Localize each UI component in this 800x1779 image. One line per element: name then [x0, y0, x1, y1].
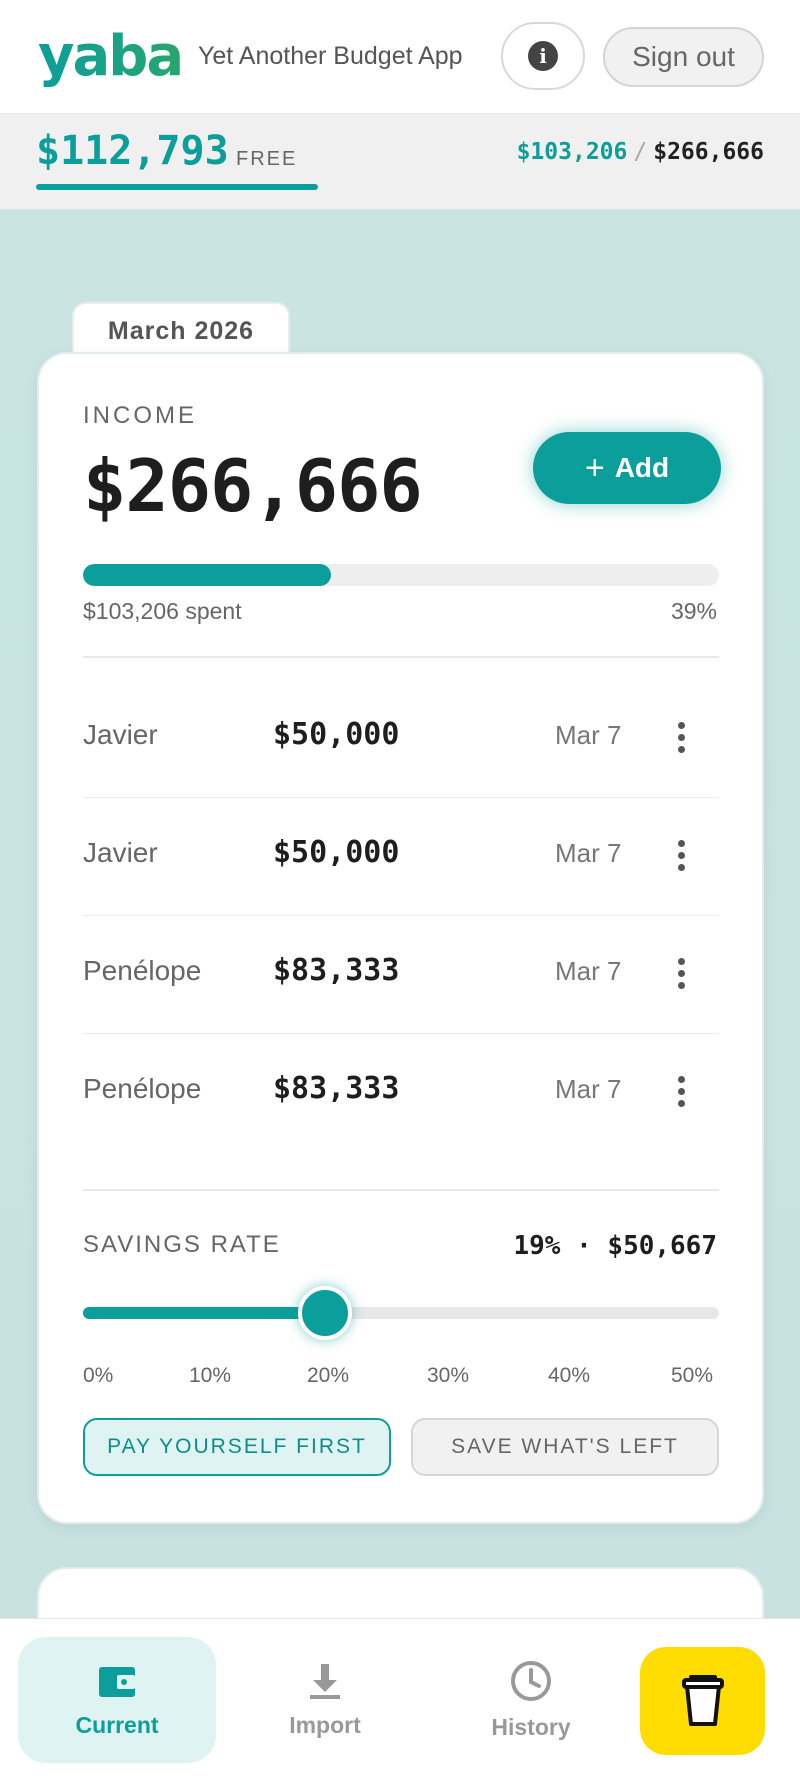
- income-progress-fill: [83, 564, 332, 586]
- nav-label: Import: [289, 1711, 361, 1738]
- plus-icon: +: [584, 449, 605, 487]
- app-logo: yaba: [38, 22, 184, 92]
- slider-tick: 30%: [427, 1364, 470, 1387]
- month-tab[interactable]: March 2026: [72, 302, 290, 358]
- slider-tick: 50%: [671, 1364, 714, 1387]
- slider-tick: 0%: [83, 1364, 114, 1387]
- entry-date: Mar 7: [555, 1074, 622, 1104]
- spent-total-summary: $103,206/$266,666: [517, 139, 764, 165]
- entry-name: Penélope: [83, 1073, 202, 1104]
- add-button-label: Add: [614, 452, 670, 483]
- free-label: FREE: [236, 148, 298, 170]
- main-content: March 2026 INCOME $266,666 + Add $103,20…: [0, 210, 800, 1618]
- slider-tick: 10%: [189, 1364, 232, 1387]
- slider-thumb[interactable]: [297, 1286, 352, 1340]
- save-whats-left-button[interactable]: SAVE WHAT'S LEFT: [411, 1418, 719, 1476]
- more-options-icon[interactable]: [669, 833, 693, 877]
- more-options-icon[interactable]: [669, 1069, 693, 1113]
- entry-name: Penélope: [83, 955, 202, 986]
- income-card: INCOME $266,666 + Add $103,206 spent 39%…: [37, 352, 764, 1524]
- free-amount: $112,793: [36, 128, 229, 174]
- nav-current[interactable]: Current: [18, 1637, 216, 1763]
- info-button[interactable]: i: [501, 22, 585, 90]
- entry-name: Javier: [83, 719, 158, 750]
- more-options-icon[interactable]: [669, 951, 693, 995]
- summary-spent: $103,206: [516, 139, 628, 165]
- clock-icon: [511, 1660, 551, 1701]
- entry-date: Mar 7: [555, 956, 622, 986]
- entry-date: Mar 7: [555, 720, 622, 750]
- entry-amount: $83,333: [273, 953, 400, 988]
- entry-amount: $50,000: [273, 717, 400, 752]
- income-entry-row: Penélope $83,333 Mar 7: [83, 1033, 719, 1151]
- income-label: INCOME: [83, 402, 197, 429]
- slider-fill: [83, 1307, 325, 1319]
- spent-text: $103,206 spent: [83, 598, 242, 624]
- divider: [83, 1189, 719, 1191]
- more-options-icon[interactable]: [669, 715, 693, 759]
- summary-separator: /: [633, 139, 648, 165]
- entry-amount: $50,000: [273, 835, 400, 870]
- income-entry-row: Penélope $83,333 Mar 7: [83, 915, 719, 1033]
- nav-import[interactable]: Import: [226, 1637, 424, 1763]
- app-tagline: Yet Another Budget App: [198, 42, 463, 70]
- next-card: [37, 1567, 764, 1618]
- sign-out-button[interactable]: Sign out: [603, 27, 764, 87]
- app-header: yaba Yet Another Budget App i Sign out: [0, 0, 800, 114]
- coffee-cup-icon: [681, 1675, 724, 1726]
- entry-date: Mar 7: [555, 838, 622, 868]
- entry-amount: $83,333: [273, 1071, 400, 1106]
- download-icon: [310, 1663, 340, 1699]
- free-indicator: [36, 184, 318, 190]
- bottom-navigation: Current Import History: [0, 1618, 800, 1779]
- summary-total: $266,666: [653, 139, 764, 165]
- savings-rate-label: SAVINGS RATE: [83, 1231, 281, 1258]
- income-entry-row: Javier $50,000 Mar 7: [83, 679, 719, 797]
- divider: [83, 656, 719, 658]
- pay-yourself-first-button[interactable]: PAY YOURSELF FIRST: [83, 1418, 391, 1476]
- savings-rate-slider[interactable]: [83, 1286, 719, 1340]
- income-progress-bar: [83, 564, 719, 586]
- nav-label: History: [491, 1713, 571, 1740]
- slider-tick: 20%: [307, 1364, 350, 1387]
- coffee-button[interactable]: [640, 1647, 765, 1755]
- slider-tick: 40%: [548, 1364, 591, 1387]
- entry-name: Javier: [83, 837, 158, 868]
- wallet-icon: [99, 1666, 135, 1697]
- nav-label: Current: [75, 1711, 159, 1738]
- nav-history[interactable]: History: [432, 1637, 630, 1763]
- spent-percent: 39%: [670, 598, 717, 624]
- add-income-button[interactable]: + Add: [533, 432, 721, 504]
- savings-rate-value: 19% · $50,667: [513, 1231, 718, 1261]
- budget-summary-bar: $112,793 FREE $103,206/$266,666: [0, 114, 800, 210]
- income-entry-row: Javier $50,000 Mar 7: [83, 797, 719, 915]
- income-amount: $266,666: [83, 444, 423, 528]
- info-icon: i: [528, 41, 558, 71]
